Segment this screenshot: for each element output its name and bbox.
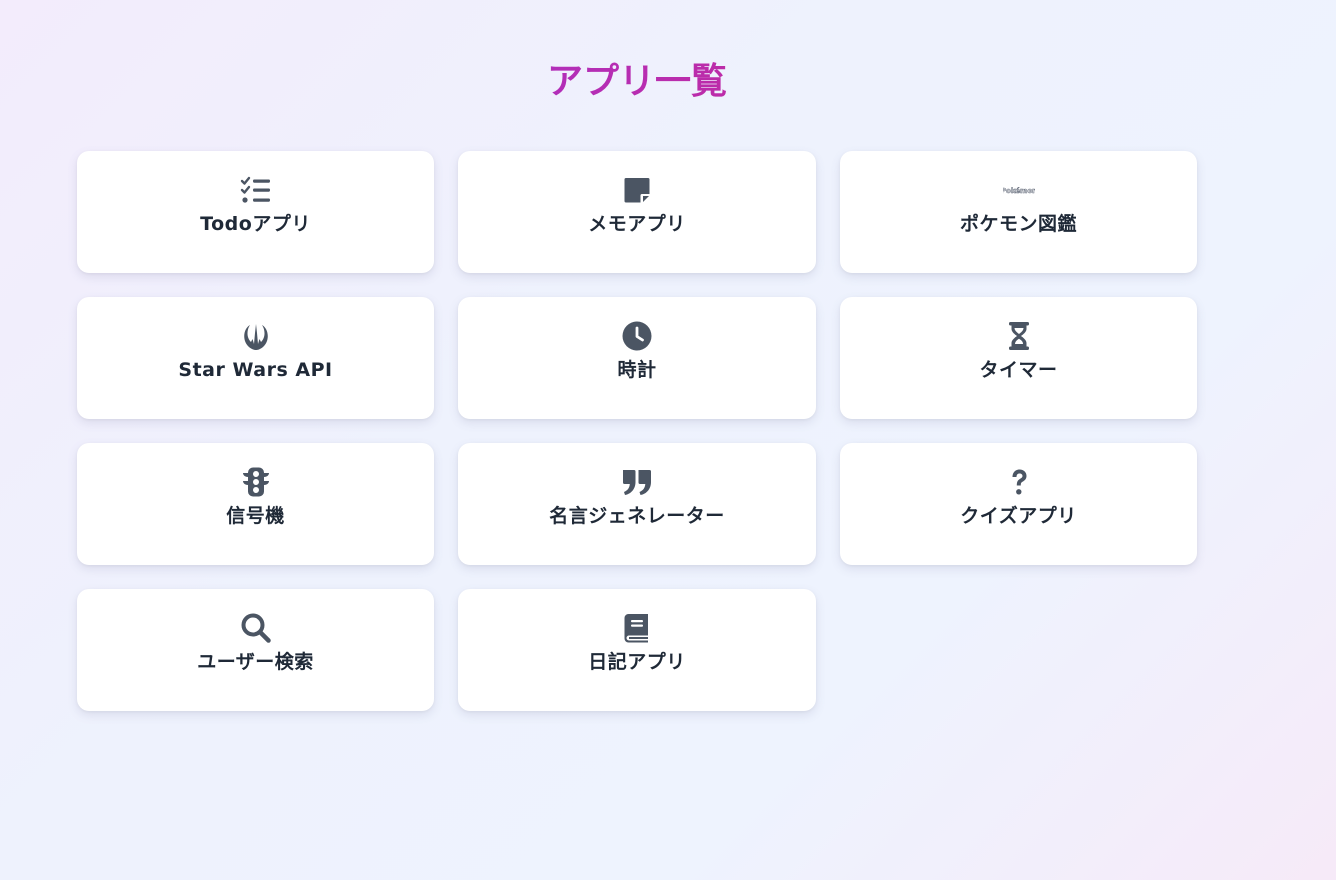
app-card-timer[interactable]: タイマー — [840, 297, 1197, 419]
app-card-star-wars[interactable]: Star Wars API — [77, 297, 434, 419]
app-card-label: ユーザー検索 — [197, 651, 314, 673]
app-card-quiz[interactable]: クイズアプリ — [840, 443, 1197, 565]
app-card-label: タイマー — [979, 359, 1058, 381]
page-title: アプリ一覧 — [0, 58, 1274, 106]
pokemon-logo-text: Pokémon — [1003, 187, 1035, 195]
app-card-label: ポケモン図鑑 — [959, 213, 1077, 235]
app-card-user-search[interactable]: ユーザー検索 — [77, 589, 434, 711]
app-card-memo[interactable]: メモアプリ — [458, 151, 816, 273]
app-card-label: 時計 — [617, 359, 657, 381]
question-icon — [1003, 466, 1035, 498]
checklist-icon — [240, 174, 272, 206]
book-icon — [621, 612, 653, 644]
app-card-diary[interactable]: 日記アプリ — [458, 589, 816, 711]
app-card-traffic-light[interactable]: 信号機 — [77, 443, 434, 565]
hourglass-icon — [1003, 320, 1035, 352]
clock-icon — [621, 320, 653, 352]
app-card-clock[interactable]: 時計 — [458, 297, 816, 419]
traffic-light-icon — [240, 466, 272, 498]
quote-icon — [621, 466, 653, 498]
app-card-label: 名言ジェネレーター — [549, 505, 725, 527]
app-card-pokedex[interactable]: Pokémon ポケモン図鑑 — [840, 151, 1197, 273]
sticky-note-icon — [621, 174, 653, 206]
app-card-label: メモアプリ — [588, 213, 686, 235]
jedi-order-icon — [240, 320, 272, 352]
app-grid: Todoアプリ メモアプリ Pokémon ポケモン図鑑 Star Wars A… — [77, 151, 1197, 711]
search-icon — [240, 612, 272, 644]
app-card-label: Todoアプリ — [200, 213, 311, 235]
app-card-label: 信号機 — [226, 505, 285, 527]
pokemon-logo-icon: Pokémon — [1003, 174, 1035, 206]
app-card-label: クイズアプリ — [960, 505, 1077, 527]
app-card-todo[interactable]: Todoアプリ — [77, 151, 434, 273]
app-card-label: Star Wars API — [178, 359, 333, 381]
app-card-quote-generator[interactable]: 名言ジェネレーター — [458, 443, 816, 565]
app-card-label: 日記アプリ — [588, 651, 686, 673]
